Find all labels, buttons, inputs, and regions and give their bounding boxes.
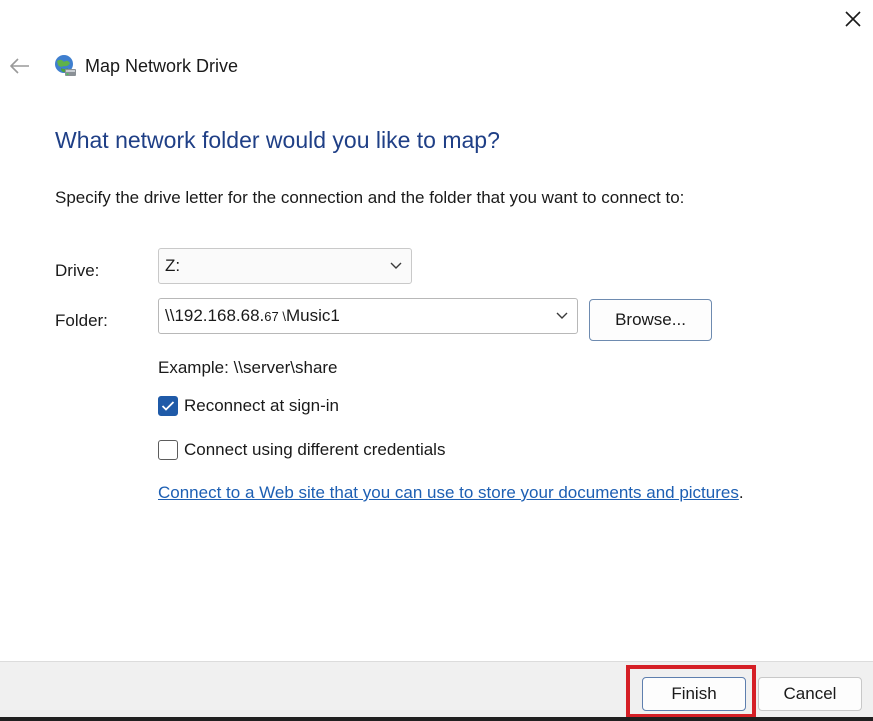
back-button[interactable]: [6, 52, 34, 80]
example-text: Example: \\server\share: [158, 358, 338, 377]
folder-input[interactable]: \\192.168.68.67 \Music1: [158, 298, 578, 334]
chevron-down-icon: [390, 262, 402, 269]
web-link-trailing: .: [738, 483, 744, 502]
back-arrow-icon: [10, 58, 29, 74]
window-title-bar: Map Network Drive: [52, 50, 238, 82]
reconnect-checkbox[interactable]: [158, 396, 178, 416]
web-site-link[interactable]: Connect to a Web site that you can use t…: [158, 483, 739, 502]
page-heading: What network folder would you like to ma…: [55, 127, 500, 153]
window-title: Map Network Drive: [85, 55, 239, 76]
credentials-checkbox-row[interactable]: Connect using different credentials: [158, 440, 445, 460]
finish-button[interactable]: Finish: [642, 677, 746, 711]
bottom-edge-bar: [0, 717, 873, 721]
credentials-label: Connect using different credentials: [184, 440, 446, 459]
reconnect-checkbox-row[interactable]: Reconnect at sign-in: [158, 396, 339, 416]
close-button[interactable]: [838, 4, 868, 34]
web-link-row: Connect to a Web site that you can use t…: [158, 483, 744, 503]
reconnect-label: Reconnect at sign-in: [184, 396, 339, 415]
network-drive-icon: [55, 55, 76, 76]
drive-label: Drive:: [55, 261, 100, 280]
browse-button[interactable]: Browse...: [589, 299, 712, 341]
checkmark-icon: [161, 401, 175, 411]
drive-select[interactable]: Z:: [158, 248, 412, 284]
instruction-text: Specify the drive letter for the connect…: [55, 188, 685, 207]
drive-select-value: Z:: [165, 256, 181, 275]
folder-input-value: \\192.168.68.67 \Music1: [165, 306, 340, 325]
folder-label: Folder:: [55, 311, 108, 330]
close-icon: [845, 11, 861, 27]
credentials-checkbox[interactable]: [158, 440, 178, 460]
chevron-down-icon[interactable]: [555, 311, 569, 321]
cancel-button[interactable]: Cancel: [758, 677, 862, 711]
